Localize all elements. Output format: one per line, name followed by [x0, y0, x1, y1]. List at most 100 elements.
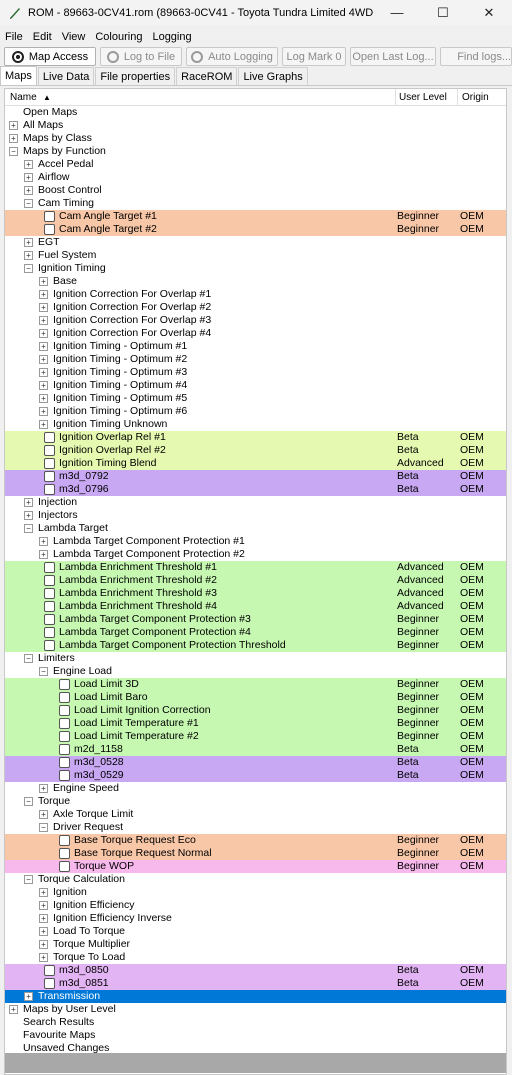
map-checkbox[interactable] [44, 965, 55, 976]
map-checkbox[interactable] [44, 211, 55, 222]
menu-file[interactable]: File [0, 31, 28, 43]
tab-live-graphs[interactable]: Live Graphs [238, 67, 308, 85]
tree-node[interactable]: + Axle Torque Limit [5, 808, 506, 821]
map-row[interactable]: Load Limit Baro Beginner OEM [5, 691, 506, 704]
expand-icon[interactable]: + [39, 901, 48, 910]
map-row[interactable]: Load Limit 3D Beginner OEM [5, 678, 506, 691]
tab-file-properties[interactable]: File properties [95, 67, 176, 85]
expand-icon[interactable]: + [39, 784, 48, 793]
map-row[interactable]: Ignition Overlap Rel #1 Beta OEM [5, 431, 506, 444]
expand-icon[interactable]: + [39, 277, 48, 286]
expand-icon[interactable]: + [24, 186, 33, 195]
map-checkbox[interactable] [44, 614, 55, 625]
tree-node[interactable]: − Torque Calculation [5, 873, 506, 886]
tree-node[interactable]: + Lambda Target Component Protection #1 [5, 535, 506, 548]
tab-racerom[interactable]: RaceROM [176, 67, 238, 85]
tree-node[interactable]: + Ignition Correction For Overlap #1 [5, 288, 506, 301]
map-checkbox[interactable] [44, 445, 55, 456]
tree-node[interactable]: + Ignition Correction For Overlap #2 [5, 301, 506, 314]
map-row[interactable]: Lambda Enrichment Threshold #4 Advanced OE… [5, 600, 506, 613]
map-checkbox[interactable] [44, 458, 55, 469]
map-checkbox[interactable] [59, 770, 70, 781]
expand-icon[interactable]: + [39, 355, 48, 364]
map-row[interactable]: Base Torque Request Normal Beginner OEM [5, 847, 506, 860]
menu-colouring[interactable]: Colouring [90, 31, 147, 43]
collapse-icon[interactable]: − [9, 147, 18, 156]
collapse-icon[interactable]: − [24, 797, 33, 806]
tree-node[interactable]: + EGT [5, 236, 506, 249]
expand-icon[interactable]: + [9, 121, 18, 130]
map-checkbox[interactable] [44, 484, 55, 495]
expand-icon[interactable]: + [39, 810, 48, 819]
map-row[interactable]: Lambda Enrichment Threshold #1 Advanced OE… [5, 561, 506, 574]
map-row[interactable]: Lambda Target Component Protection #4 Beg… [5, 626, 506, 639]
tree-node[interactable]: − Torque [5, 795, 506, 808]
tree-node[interactable]: Favourite Maps [5, 1029, 506, 1042]
expand-icon[interactable]: + [39, 940, 48, 949]
map-checkbox[interactable] [44, 978, 55, 989]
tree-node[interactable]: Search Results [5, 1016, 506, 1029]
tree-node[interactable]: + Load To Torque [5, 925, 506, 938]
tree-node[interactable]: + Ignition Correction For Overlap #4 [5, 327, 506, 340]
map-row[interactable]: Cam Angle Target #1 Beginner OEM [5, 210, 506, 223]
map-row[interactable]: m3d_0796 Beta OEM [5, 483, 506, 496]
map-row[interactable]: m3d_0850 Beta OEM [5, 964, 506, 977]
expand-icon[interactable]: + [39, 381, 48, 390]
expand-icon[interactable]: + [9, 134, 18, 143]
map-row[interactable]: Load Limit Temperature #2 Beginner OEM [5, 730, 506, 743]
tree-node[interactable]: + Ignition Timing - Optimum #4 [5, 379, 506, 392]
expand-icon[interactable]: + [39, 914, 48, 923]
collapse-icon[interactable]: − [24, 199, 33, 208]
tree-node[interactable]: + Fuel System [5, 249, 506, 262]
map-checkbox[interactable] [44, 640, 55, 651]
expand-icon[interactable]: + [39, 407, 48, 416]
log-to-file-button[interactable]: Log to File [100, 47, 182, 66]
close-button[interactable]: ✕ [466, 0, 512, 25]
expand-icon[interactable]: + [39, 537, 48, 546]
map-checkbox[interactable] [59, 861, 70, 872]
map-checkbox[interactable] [44, 224, 55, 235]
map-row[interactable]: Ignition Timing Blend Advanced OEM [5, 457, 506, 470]
tree-node[interactable]: − Ignition Timing [5, 262, 506, 275]
map-checkbox[interactable] [59, 705, 70, 716]
expand-icon[interactable]: + [24, 160, 33, 169]
expand-icon[interactable]: + [39, 394, 48, 403]
map-checkbox[interactable] [59, 679, 70, 690]
find-logs-button[interactable]: Find logs... [440, 47, 512, 66]
map-checkbox[interactable] [59, 731, 70, 742]
tree-node[interactable]: + Injectors [5, 509, 506, 522]
expand-icon[interactable]: + [39, 927, 48, 936]
map-checkbox[interactable] [59, 835, 70, 846]
map-checkbox[interactable] [44, 562, 55, 573]
minimize-button[interactable]: — [374, 0, 420, 25]
tree-node[interactable]: + Boost Control [5, 184, 506, 197]
menu-edit[interactable]: Edit [28, 31, 57, 43]
expand-icon[interactable]: + [39, 303, 48, 312]
collapse-icon[interactable]: − [39, 823, 48, 832]
tree-node[interactable]: − Driver Request [5, 821, 506, 834]
map-checkbox[interactable] [59, 692, 70, 703]
menu-logging[interactable]: Logging [147, 31, 196, 43]
map-checkbox[interactable] [44, 588, 55, 599]
expand-icon[interactable]: + [39, 420, 48, 429]
map-checkbox[interactable] [59, 718, 70, 729]
tree-node[interactable]: + Maps by Class [5, 132, 506, 145]
map-checkbox[interactable] [44, 601, 55, 612]
map-row[interactable]: Lambda Target Component Protection Thres… [5, 639, 506, 652]
auto-logging-button[interactable]: Auto Logging [186, 47, 278, 66]
expand-icon[interactable]: + [9, 1005, 18, 1014]
map-row[interactable]: Lambda Enrichment Threshold #2 Advanced OE… [5, 574, 506, 587]
tree-node[interactable]: + All Maps [5, 119, 506, 132]
tree-node[interactable]: − Engine Load [5, 665, 506, 678]
tree-node[interactable]: − Maps by Function [5, 145, 506, 158]
map-row[interactable]: Load Limit Temperature #1 Beginner OEM [5, 717, 506, 730]
map-row[interactable]: m3d_0792 Beta OEM [5, 470, 506, 483]
expand-icon[interactable]: + [24, 251, 33, 260]
expand-icon[interactable]: + [24, 498, 33, 507]
map-checkbox[interactable] [59, 757, 70, 768]
expand-icon[interactable]: + [39, 550, 48, 559]
expand-icon[interactable]: + [24, 992, 33, 1001]
tree-node[interactable]: + Transmission [5, 990, 506, 1003]
tree-node[interactable]: + Ignition [5, 886, 506, 899]
tree-node[interactable]: + Accel Pedal [5, 158, 506, 171]
